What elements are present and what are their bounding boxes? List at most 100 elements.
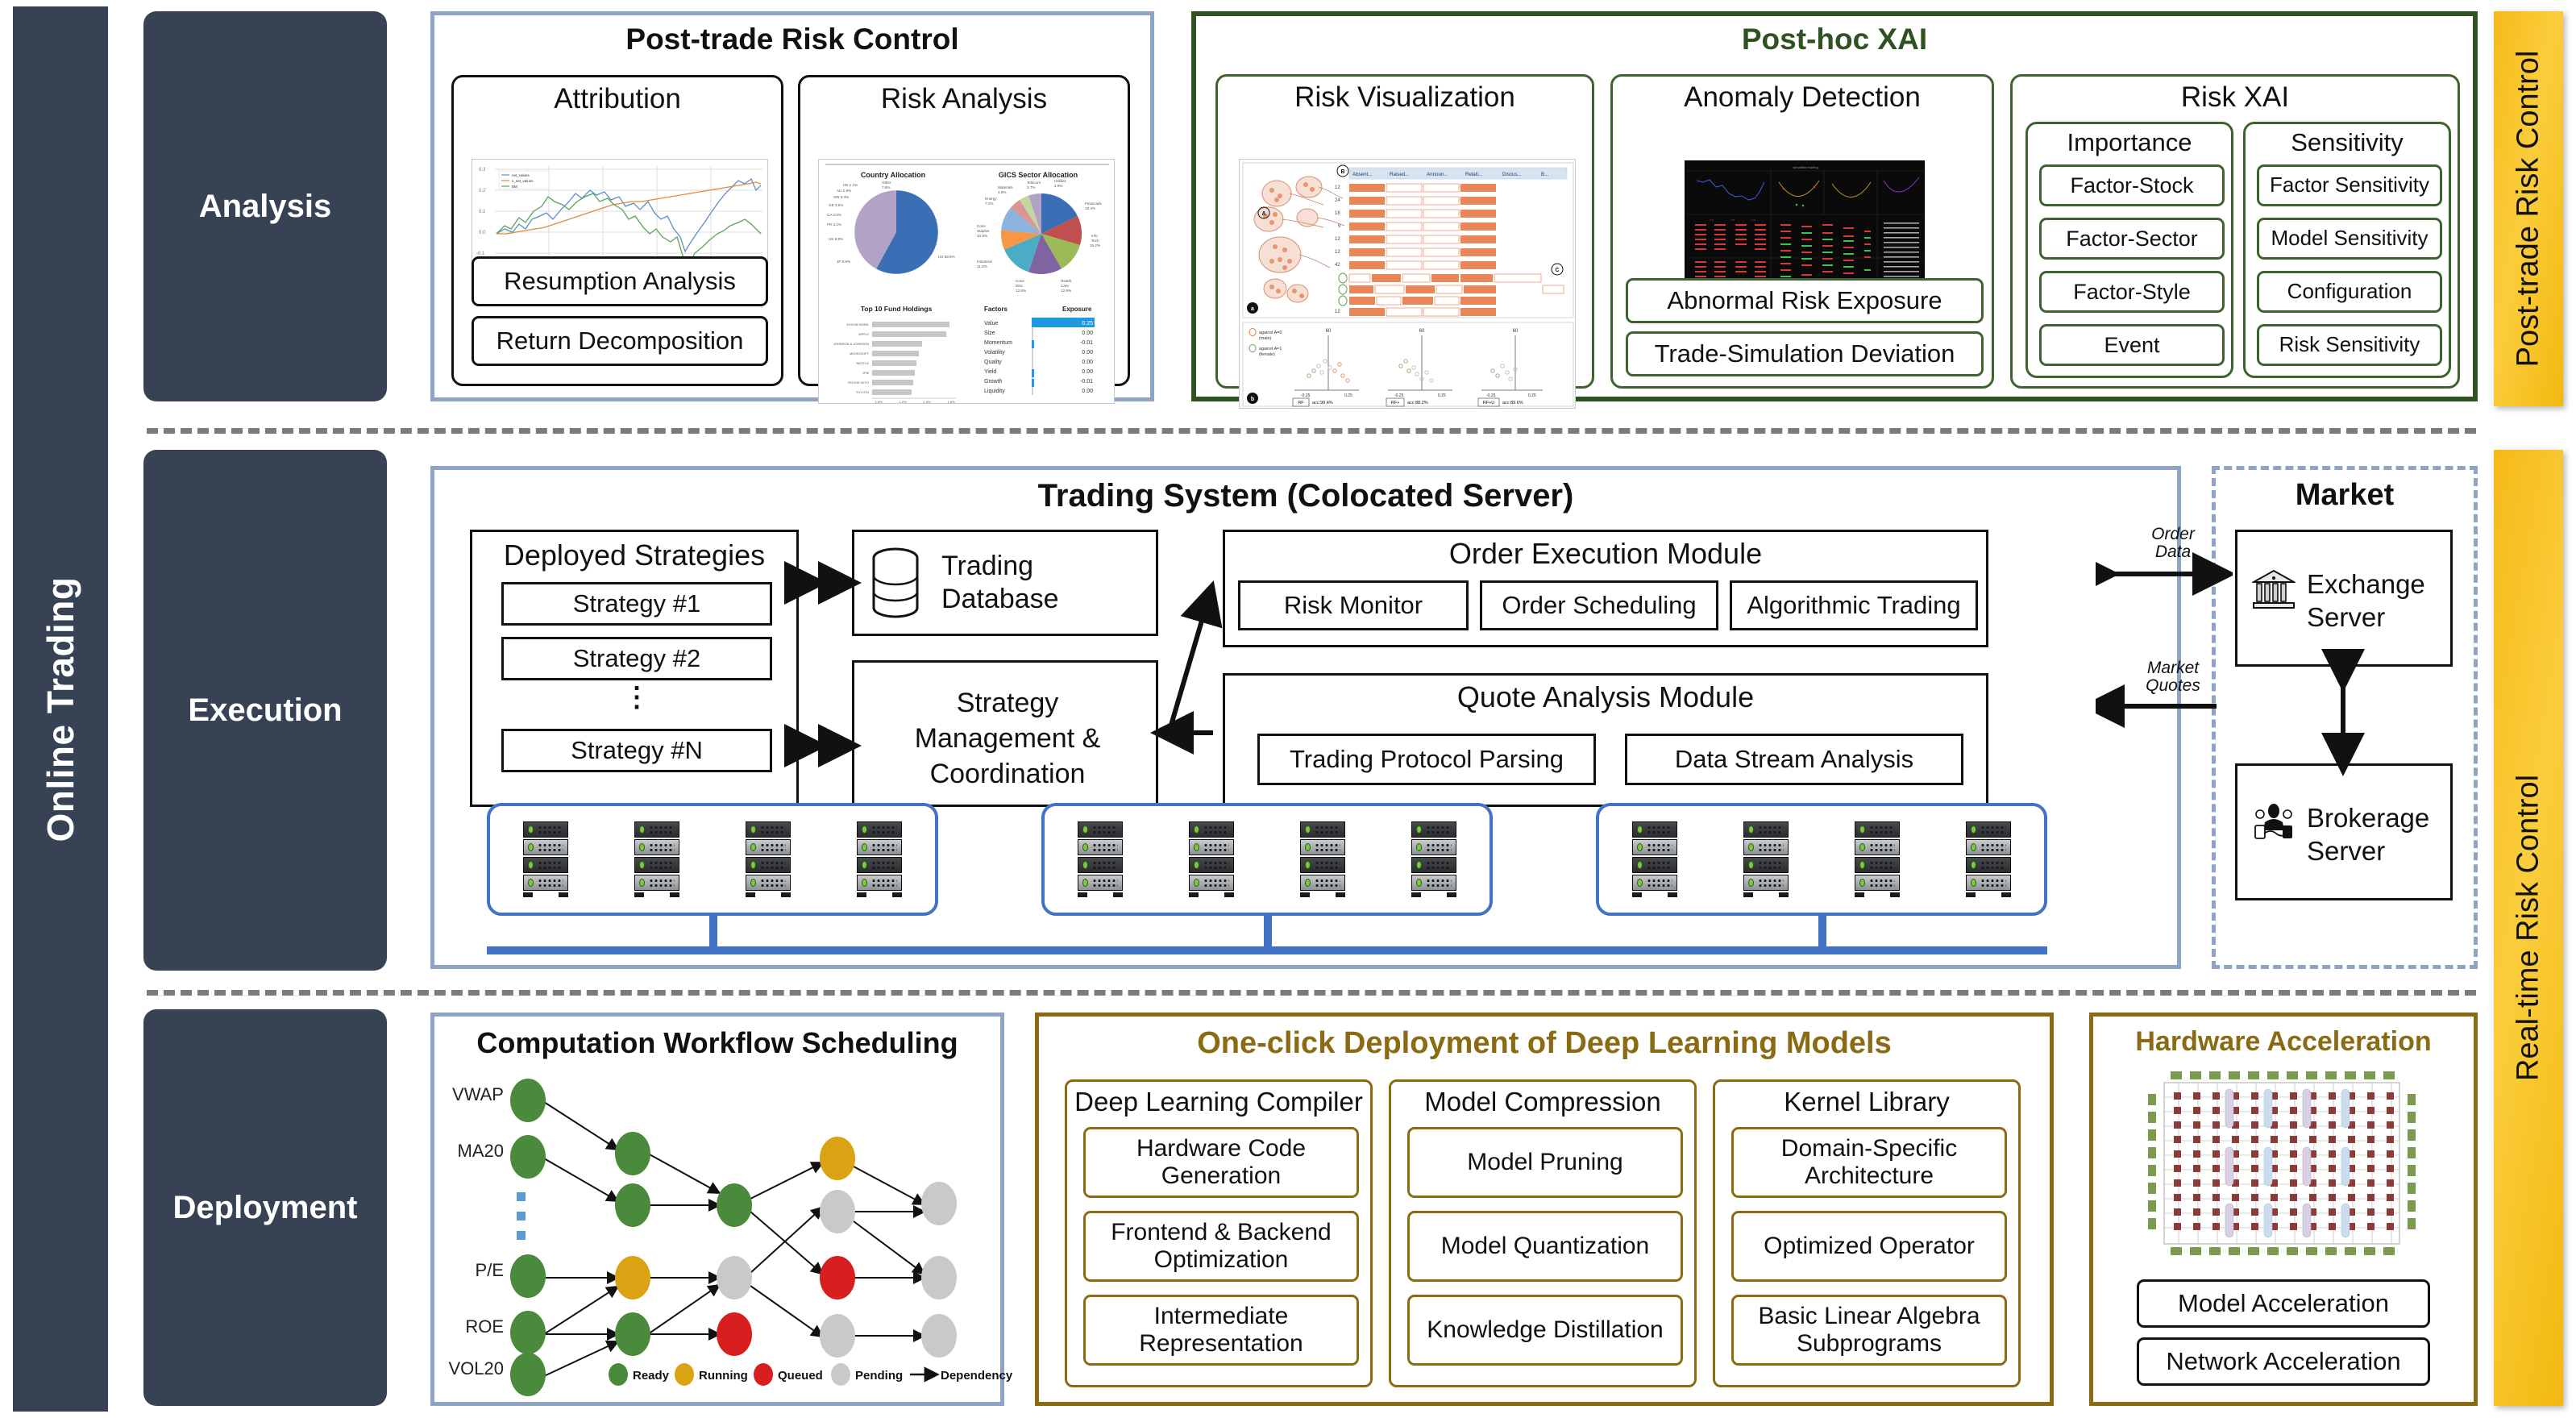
- stage-pill-deployment: Deployment: [143, 1009, 387, 1406]
- svg-text:Care: Care: [1061, 284, 1069, 288]
- risk-analysis-card: Risk Analysis Country Allocation GICS Se…: [798, 75, 1130, 404]
- svg-text:b: b: [1251, 397, 1254, 402]
- leaf-factor-stock[interactable]: Factor-Stock: [2039, 164, 2225, 206]
- svg-text:-0.01: -0.01: [1080, 379, 1093, 385]
- svg-text:12: 12: [1335, 250, 1340, 255]
- svg-text:0.00: 0.00: [1082, 369, 1093, 375]
- importance-subgroup: Importance Factor-Stock Factor-Sector Fa…: [2025, 122, 2233, 378]
- svg-text:acc:90.4%: acc:90.4%: [1312, 401, 1333, 405]
- svg-text:0.0: 0.0: [479, 231, 486, 235]
- model-compression-column: Model Compression Model Pruning Model Qu…: [1389, 1079, 1697, 1387]
- risk-analysis-dashboard-thumbnail: Country Allocation GICS Sector Allocatio…: [818, 159, 1115, 404]
- leaf-basic-linear-algebra-subprograms[interactable]: Basic Linear Algebra Subprograms: [1731, 1295, 2007, 1366]
- svg-text:Relati...: Relati...: [1465, 172, 1482, 177]
- svg-text:SW 3.4%: SW 3.4%: [833, 195, 849, 199]
- svg-text:Quality: Quality: [984, 360, 1002, 365]
- svg-text:1.02: 1.02: [1751, 218, 1756, 222]
- svg-text:MA20: MA20: [458, 1141, 504, 1161]
- stage-label-analysis: Analysis: [198, 188, 332, 224]
- svg-text:Discus...: Discus...: [1502, 172, 1522, 177]
- svg-text:NESTLE: NESTLE: [856, 361, 869, 365]
- leaf-return-decomposition[interactable]: Return Decomposition: [472, 316, 768, 366]
- svg-text:ROCHE HLTG: ROCHE HLTG: [848, 380, 869, 385]
- svg-text:ROE: ROE: [465, 1316, 504, 1337]
- svg-text:(male): (male): [1259, 336, 1271, 341]
- edge-label-market-quotes: Market Quotes: [2146, 659, 2200, 696]
- svg-text:BM: BM: [512, 185, 517, 189]
- leaf-optimized-operator[interactable]: Optimized Operator: [1731, 1211, 2007, 1282]
- svg-text:24: 24: [1335, 198, 1340, 203]
- leaf-factor-style[interactable]: Factor-Style: [2039, 271, 2225, 313]
- leaf-abnormal-risk-exposure[interactable]: Abnormal Risk Exposure: [1626, 278, 1984, 323]
- leaf-event[interactable]: Event: [2039, 324, 2225, 366]
- leaf-factor-sector[interactable]: Factor-Sector: [2039, 218, 2225, 260]
- svg-text:net_values: net_values: [512, 173, 530, 177]
- svg-text:against A=0: against A=0: [1259, 331, 1282, 335]
- svg-text:GE 3.0%: GE 3.0%: [829, 203, 843, 207]
- svg-text:Financials: Financials: [1085, 202, 1102, 206]
- fpga-chip-diagram: [2142, 1070, 2422, 1261]
- svg-text:7.2%: 7.2%: [985, 202, 993, 206]
- svg-text:Staples: Staples: [977, 229, 990, 233]
- leaf-network-acceleration[interactable]: Network Acceleration: [2137, 1337, 2430, 1386]
- svg-text:1.2%: 1.2%: [899, 400, 907, 404]
- leaf-factor-sensitivity[interactable]: Factor Sensitivity: [2257, 164, 2442, 206]
- svg-text:GICS Sector Allocation: GICS Sector Allocation: [999, 171, 1078, 179]
- svg-text:HK 1.1%: HK 1.1%: [843, 183, 858, 187]
- sensitivity-title: Sensitivity: [2291, 128, 2404, 156]
- svg-text:11.2%: 11.2%: [977, 264, 987, 268]
- svg-text:against A=1: against A=1: [1259, 347, 1282, 351]
- leaf-resumption-analysis[interactable]: Resumption Analysis: [472, 256, 768, 306]
- svg-text:0.2: 0.2: [479, 189, 486, 193]
- leaf-hardware-code-generation[interactable]: Hardware Code Generation: [1083, 1127, 1359, 1198]
- svg-text:Liquidity: Liquidity: [984, 389, 1005, 394]
- svg-text:JP 8.9%: JP 8.9%: [837, 260, 850, 264]
- svg-text:Pending: Pending: [855, 1369, 903, 1383]
- leaf-model-sensitivity[interactable]: Model Sensitivity: [2257, 218, 2442, 260]
- leaf-domain-specific-architecture[interactable]: Domain-Specific Architecture: [1731, 1127, 2007, 1198]
- risk-xai-card: Risk XAI Importance Factor-Stock Factor-…: [2010, 74, 2460, 389]
- svg-text:TOYOTA: TOYOTA: [856, 390, 869, 394]
- rack-bus-stub: [1264, 916, 1272, 948]
- post-trade-risk-control-bar-label: Post-trade Risk Control: [2511, 50, 2545, 368]
- svg-text:0.25: 0.25: [1528, 393, 1536, 398]
- deep-learning-compiler-title: Deep Learning Compiler: [1074, 1087, 1363, 1117]
- importance-title: Importance: [2067, 128, 2192, 156]
- server-rack: [1632, 821, 1677, 897]
- svg-text:0.34: 0.34: [1730, 218, 1735, 222]
- computation-workflow-title: Computation Workflow Scheduling: [476, 1026, 958, 1059]
- server-rack: [1078, 821, 1123, 897]
- leaf-frontend-backend-optimization[interactable]: Frontend & Backend Optimization: [1083, 1211, 1359, 1282]
- svg-text:JPM: JPM: [862, 371, 869, 375]
- svg-text:4.8%: 4.8%: [998, 190, 1006, 194]
- svg-text:10.9%: 10.9%: [977, 234, 987, 238]
- server-rack: [634, 821, 679, 897]
- leaf-intermediate-representation[interactable]: Intermediate Representation: [1083, 1295, 1359, 1366]
- leaf-model-acceleration[interactable]: Model Acceleration: [2137, 1279, 2430, 1328]
- server-rack: [1743, 821, 1789, 897]
- svg-text:Ready: Ready: [633, 1369, 670, 1383]
- svg-text:RF+: RF+: [1391, 401, 1400, 405]
- svg-text:Absent...: Absent...: [1352, 172, 1373, 177]
- svg-text:Queued: Queued: [778, 1369, 823, 1383]
- leaf-model-pruning[interactable]: Model Pruning: [1407, 1127, 1683, 1198]
- svg-text:0.25: 0.25: [1344, 393, 1352, 398]
- leaf-knowledge-distillation[interactable]: Knowledge Distillation: [1407, 1295, 1683, 1366]
- rack-bus-stub: [709, 916, 717, 948]
- risk-xai-title: Risk XAI: [2180, 81, 2290, 113]
- leaf-risk-sensitivity[interactable]: Risk Sensitivity: [2257, 324, 2442, 366]
- post-trade-risk-control-group: Post-trade Risk Control Attribution 0.3 0…: [430, 11, 1154, 404]
- svg-text:0.25: 0.25: [1438, 393, 1446, 398]
- server-rack: [857, 821, 902, 897]
- leaf-configuration[interactable]: Configuration: [2257, 271, 2442, 313]
- kernel-library-title: Kernel Library: [1784, 1087, 1950, 1117]
- svg-text:JOHNSON & JOHNSON: JOHNSON & JOHNSON: [833, 342, 869, 346]
- svg-text:Industrial: Industrial: [977, 260, 992, 264]
- svg-text:1.6%: 1.6%: [947, 400, 955, 404]
- leaf-model-quantization[interactable]: Model Quantization: [1407, 1211, 1683, 1282]
- svg-text:15.2%: 15.2%: [1090, 243, 1100, 247]
- leaf-trade-simulation-deviation[interactable]: Trade-Simulation Deviation: [1626, 331, 1984, 376]
- svg-text:Volatility: Volatility: [984, 350, 1005, 356]
- rack-bus-stub: [1818, 916, 1826, 948]
- post-trade-risk-control-title: Post-trade Risk Control: [625, 23, 959, 56]
